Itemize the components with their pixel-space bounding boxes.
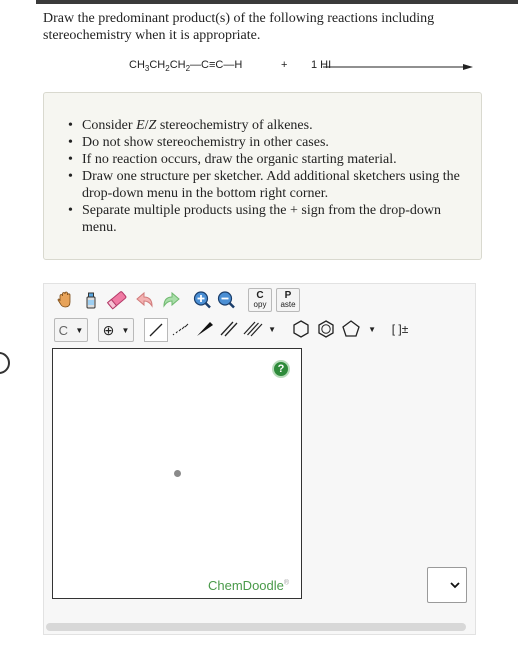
copy-label-top: C (256, 290, 264, 301)
paste-button[interactable]: P aste (276, 288, 300, 312)
horizontal-scrollbar[interactable] (46, 623, 466, 631)
cyclohexane-icon[interactable] (290, 318, 312, 340)
ring-selector[interactable]: ▼ (340, 318, 376, 340)
brackets-button[interactable]: [ ]± (386, 318, 414, 340)
plus-sign: + (281, 59, 288, 71)
drawing-canvas[interactable]: ? ChemDoodle® (52, 348, 302, 599)
hashed-bond-icon[interactable] (170, 318, 192, 340)
double-bond-icon[interactable] (218, 318, 240, 340)
redo-icon[interactable] (159, 289, 181, 311)
canvas-cursor-dot (174, 470, 181, 477)
list-item: Separate multiple products using the + s… (68, 202, 478, 236)
atom-label: C (58, 322, 69, 338)
paste-label-bottom: aste (280, 300, 296, 309)
side-radio-icon[interactable] (0, 352, 10, 374)
instructions-list: Consider E/Z stereochemistry of alkenes.… (68, 117, 478, 236)
list-item: Do not show stereochemistry in other cas… (68, 134, 478, 151)
undo-icon[interactable] (135, 289, 157, 311)
list-item: Consider E/Z stereochemistry of alkenes. (68, 117, 478, 134)
zoom-out-icon[interactable] (215, 289, 237, 311)
hand-icon[interactable] (54, 289, 76, 311)
question-text: Draw the predominant product(s) of the f… (43, 11, 435, 43)
list-item: If no reaction occurs, draw the organic … (68, 151, 478, 168)
add-sketcher-dropdown[interactable] (427, 567, 467, 603)
paste-label-top: P (284, 290, 292, 301)
top-bar (36, 0, 518, 4)
copy-button[interactable]: C opy (248, 288, 272, 312)
instructions-box: Consider E/Z stereochemistry of alkenes.… (43, 92, 482, 260)
triple-bond-icon (243, 321, 263, 337)
benzene-icon[interactable] (315, 318, 337, 340)
chevron-down-icon: ▼ (368, 324, 376, 334)
zoom-in-icon[interactable] (191, 289, 213, 311)
eraser-icon[interactable] (106, 289, 128, 311)
charge-selector[interactable]: ⊕ ▼ (98, 318, 134, 342)
chemdoodle-sketcher: C opy P aste C ▼ ⊕ ▼ ▼ ▼ [ ]± ? ChemDood… (43, 283, 476, 635)
charge-label: ⊕ (102, 321, 115, 338)
triple-bond-selector[interactable]: ▼ (242, 318, 276, 340)
list-item: Draw one structure per sketcher. Add add… (68, 168, 478, 202)
wedge-bond-icon[interactable] (194, 318, 216, 340)
copy-label-bottom: opy (253, 300, 267, 309)
atom-selector[interactable]: C ▼ (54, 318, 88, 342)
chevron-down-icon (450, 582, 460, 589)
single-bond-button[interactable] (144, 318, 168, 342)
chemdoodle-logo: ChemDoodle® (208, 578, 289, 593)
chevron-down-icon: ▼ (121, 325, 130, 335)
reaction-arrow-icon (323, 64, 473, 70)
brand-mark: ® (283, 579, 290, 587)
cyclopentane-icon (342, 320, 360, 337)
brand-text: ChemDoodle (208, 578, 284, 593)
chevron-down-icon: ▼ (75, 325, 84, 335)
reaction-equation: CH3CH2CH2—C≡C—H + 1 HI (0, 58, 518, 76)
help-icon[interactable]: ? (272, 360, 290, 378)
chevron-down-icon: ▼ (268, 324, 276, 334)
eraser-bottle-icon[interactable] (80, 289, 102, 311)
reactant-formula: CH3CH2CH2—C≡C—H (129, 59, 243, 74)
